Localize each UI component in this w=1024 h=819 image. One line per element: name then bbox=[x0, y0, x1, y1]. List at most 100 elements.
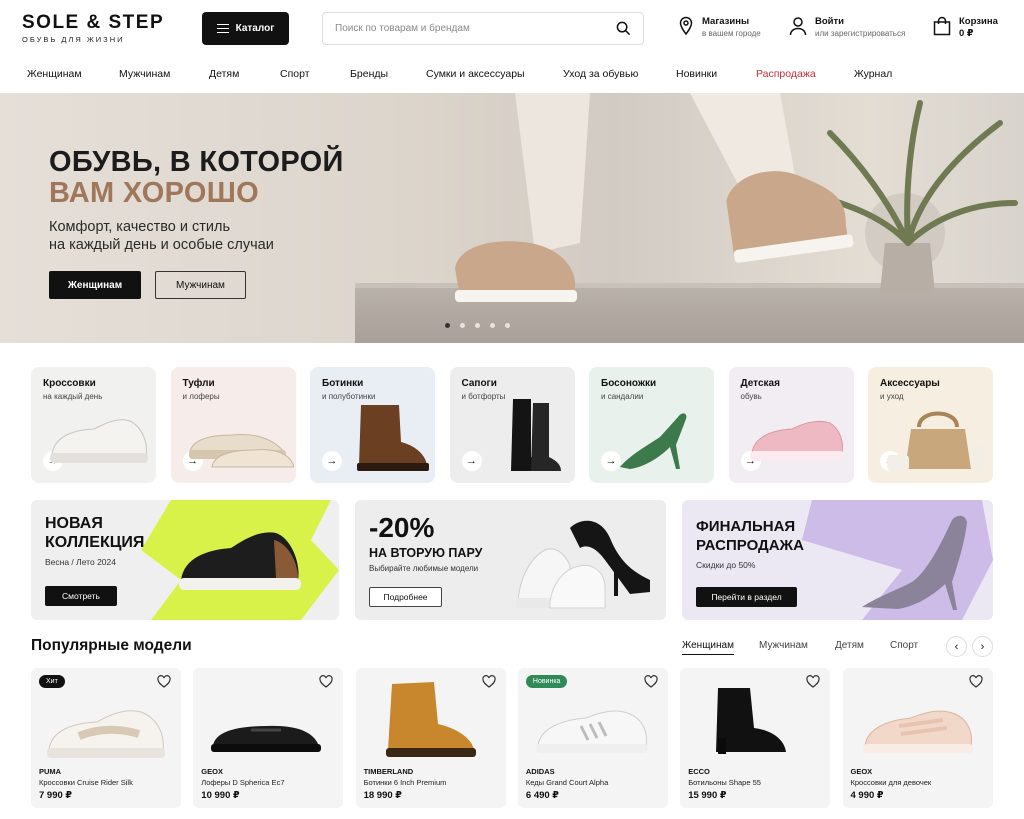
product-card[interactable]: TIMBERLAND Ботинки 6 Inch Premium 18 990 ₽ bbox=[355, 668, 506, 808]
tab-sport[interactable]: Спорт bbox=[890, 640, 918, 651]
category-card-sneaker[interactable]: Кроссовкина каждый день→ bbox=[31, 367, 156, 483]
hero-banner bbox=[0, 93, 1024, 343]
sneaker-icon bbox=[179, 532, 301, 590]
search-placeholder: Поиск по товарам и брендам bbox=[335, 23, 470, 34]
nav-item-shoe-care[interactable]: Уход за обувью bbox=[563, 68, 638, 80]
prev-arrow-icon[interactable]: ‹ bbox=[946, 636, 967, 657]
product-brand: PUMA bbox=[39, 767, 62, 776]
product-price: 7 990 ₽ bbox=[39, 790, 73, 801]
promo-new-collection[interactable]: НОВАЯ КОЛЛЕКЦИЯ Весна / Лето 2024 Смотре… bbox=[31, 500, 339, 620]
carousel-dot[interactable] bbox=[490, 323, 495, 328]
nav-item-sale[interactable]: Распродажа bbox=[756, 68, 816, 80]
nav-item-women[interactable]: Женщинам bbox=[27, 68, 82, 80]
promo-second-pair[interactable]: -20% НА ВТОРУЮ ПАРУ Выбирайте любимые мо… bbox=[355, 500, 666, 620]
category-card-tall-boot[interactable]: Сапоги и ботфорты → bbox=[449, 367, 575, 483]
product-name: Ботильоны Shape 55 bbox=[688, 778, 761, 787]
promo-1-subtitle: Весна / Лето 2024 bbox=[45, 557, 116, 567]
tab-women[interactable]: Женщинам bbox=[682, 640, 734, 655]
category-card-kids-sneaker[interactable]: Детская обувь → bbox=[728, 367, 854, 483]
product-brand: TIMBERLAND bbox=[363, 767, 414, 776]
logo-text: SOLE & STEP bbox=[22, 12, 165, 33]
category-card-bag[interactable]: Аксессуарыи уход→ bbox=[868, 367, 993, 483]
category-title: Сапоги bbox=[461, 378, 497, 389]
hero-men-button[interactable]: Мужчинам bbox=[155, 271, 246, 299]
promo-1-button[interactable]: Смотреть bbox=[45, 586, 117, 606]
carousel-dot[interactable] bbox=[460, 323, 465, 328]
promo-final-sale[interactable]: ФИНАЛЬНАЯ РАСПРОДАЖА Скидки до 50% Перей… bbox=[682, 500, 993, 620]
promo-2-subtitle: Выбирайте любимые модели bbox=[369, 564, 479, 573]
nav-item-bags[interactable]: Сумки и аксессуары bbox=[426, 68, 525, 80]
location-pin-icon bbox=[679, 16, 693, 36]
next-arrow-icon[interactable]: › bbox=[972, 636, 993, 657]
tab-men[interactable]: Мужчинам bbox=[759, 640, 808, 651]
carousel-dot[interactable] bbox=[445, 323, 450, 328]
tall-boot-icon bbox=[510, 399, 561, 471]
search-icon[interactable] bbox=[616, 21, 631, 36]
product-badge: Новинка bbox=[525, 675, 568, 688]
search-input[interactable]: Поиск по товарам и брендам bbox=[322, 12, 644, 45]
category-card-sandal[interactable]: Босоножки и сандалии → bbox=[589, 367, 714, 483]
category-title: Босоножки bbox=[601, 378, 657, 389]
heart-icon[interactable] bbox=[319, 675, 333, 688]
hero-women-button[interactable]: Женщинам bbox=[49, 271, 141, 299]
stores-link[interactable]: Магазины в вашем городе bbox=[678, 16, 761, 40]
logo[interactable]: SOLE & STEP ОБУВЬ ДЛЯ ЖИЗНИ bbox=[22, 12, 165, 45]
product-brand: ECCO bbox=[688, 767, 710, 776]
carousel-dot[interactable] bbox=[505, 323, 510, 328]
product-name: Лоферы D Spherica Ec7 bbox=[201, 778, 285, 787]
nav-item-journal[interactable]: Журнал bbox=[854, 68, 892, 80]
login-title: Войти bbox=[815, 16, 844, 27]
nav-item-brands[interactable]: Бренды bbox=[350, 68, 388, 80]
shopping-bag-icon bbox=[933, 16, 951, 36]
tab-kids[interactable]: Детям bbox=[835, 640, 864, 651]
category-title: Кроссовки bbox=[43, 378, 96, 389]
nav-item-new[interactable]: Новинки bbox=[676, 68, 717, 80]
cart-link[interactable]: Корзина 0 ₽ bbox=[933, 16, 998, 40]
nav-item-sport[interactable]: Спорт bbox=[280, 68, 310, 80]
heart-icon[interactable] bbox=[157, 675, 171, 688]
hero-text-line-1: Комфорт, качество и стиль bbox=[49, 219, 230, 235]
promo-3-title-1: ФИНАЛЬНАЯ bbox=[696, 518, 796, 535]
sandal-icon bbox=[620, 413, 687, 469]
hero-text-line-2: на каждый день и особые случаи bbox=[49, 237, 274, 253]
loafer-icon bbox=[188, 434, 294, 468]
product-price: 15 990 ₽ bbox=[688, 790, 727, 801]
stores-subtitle: в вашем городе bbox=[702, 29, 761, 38]
bag-icon bbox=[887, 411, 983, 471]
category-card-boot[interactable]: Ботинки и полуботинки → bbox=[310, 367, 435, 483]
logo-tagline: ОБУВЬ ДЛЯ ЖИЗНИ bbox=[22, 35, 125, 44]
product-card[interactable]: Хит PUMA Кроссовки Cruise Rider Silk 7 990 … bbox=[31, 668, 181, 808]
product-price: 18 990 ₽ bbox=[363, 790, 402, 801]
nav-item-men[interactable]: Мужчинам bbox=[119, 68, 170, 80]
heart-icon[interactable] bbox=[644, 675, 658, 688]
shoes-icon bbox=[516, 520, 650, 609]
heart-icon[interactable] bbox=[806, 675, 820, 688]
product-name: Кроссовки для девочек bbox=[850, 778, 932, 787]
catalog-button[interactable]: Каталог bbox=[202, 12, 289, 45]
carousel-dots bbox=[445, 323, 510, 328]
stores-title: Магазины bbox=[702, 16, 750, 27]
promo-3-subtitle: Скидки до 50% bbox=[696, 560, 756, 570]
category-card-loafer[interactable]: Туфли и лоферы → bbox=[170, 367, 296, 483]
product-card[interactable]: ECCO Ботильоны Shape 55 15 990 ₽ bbox=[680, 668, 831, 808]
product-brand: GEOX bbox=[201, 767, 223, 776]
category-title: Детская bbox=[740, 378, 780, 389]
product-card[interactable]: Новинка ADIDAS Кеды Grand Court Alpha 6 490… bbox=[517, 668, 668, 808]
popular-title: Популярные модели bbox=[31, 637, 192, 654]
product-card[interactable]: GEOX Лоферы D Spherica Ec7 10 990 ₽ bbox=[193, 668, 344, 808]
product-badge: Хит bbox=[39, 675, 65, 688]
cart-total: 0 ₽ bbox=[959, 28, 974, 39]
carousel-dot[interactable] bbox=[475, 323, 480, 328]
promo-1-title-1: НОВАЯ bbox=[45, 515, 103, 532]
product-price: 6 490 ₽ bbox=[525, 790, 559, 801]
login-link[interactable]: Войти или зарегистрироваться bbox=[789, 16, 905, 40]
heart-icon[interactable] bbox=[968, 675, 983, 688]
product-name: Кроссовки Cruise Rider Silk bbox=[39, 778, 133, 787]
heart-icon[interactable] bbox=[481, 675, 496, 688]
product-name: Ботинки 6 Inch Premium bbox=[363, 778, 447, 787]
promo-3-button[interactable]: Перейти в раздел bbox=[696, 587, 797, 607]
nav-item-kids[interactable]: Детям bbox=[209, 68, 239, 80]
hero-illustration bbox=[455, 93, 1018, 302]
product-card[interactable]: GEOX Кроссовки для девочек 4 990 ₽ bbox=[842, 668, 993, 808]
promo-2-button[interactable]: Подробнее bbox=[369, 587, 442, 607]
